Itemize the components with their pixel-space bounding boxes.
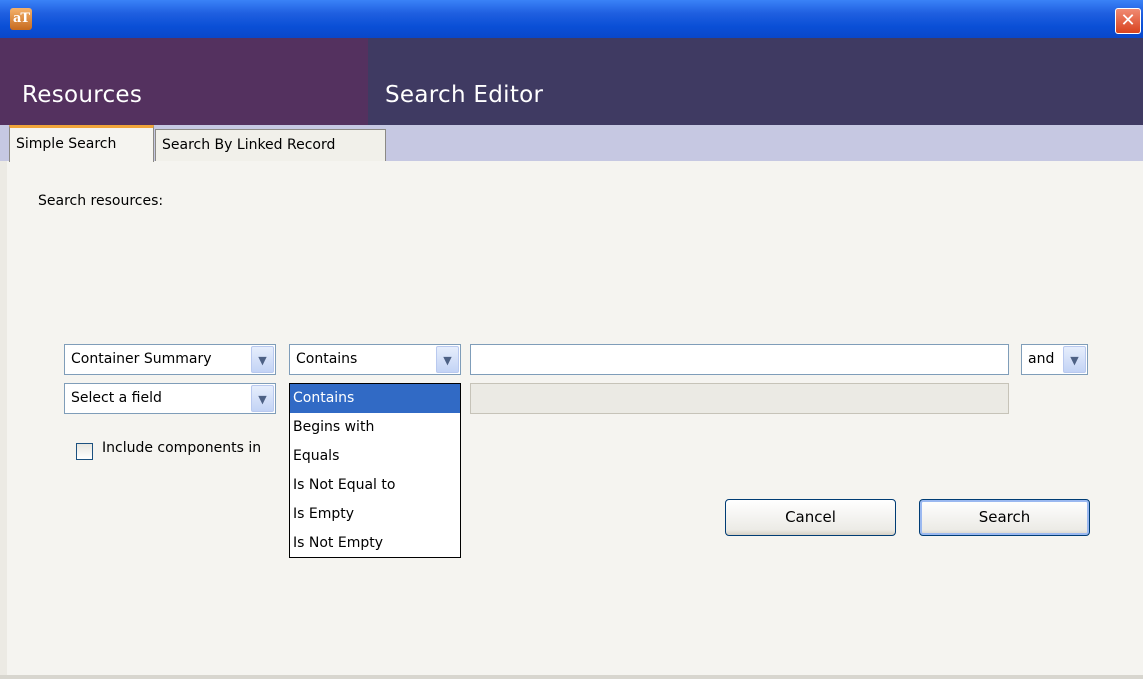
operator-select-value: Contains (296, 351, 358, 367)
bottom-border (0, 675, 1143, 679)
dropdown-option-is-not-equal-to[interactable]: Is Not Equal to (290, 471, 460, 500)
field-select-2-value: Select a field (71, 390, 162, 406)
left-edge (0, 161, 7, 679)
chevron-down-icon[interactable]: ▼ (436, 346, 459, 373)
chevron-down-icon[interactable]: ▼ (1063, 346, 1086, 373)
header-band: Resources Search Editor (0, 38, 1143, 125)
search-value-input-2 (470, 383, 1009, 414)
tab-search-by-linked-record[interactable]: Search By Linked Record (155, 129, 386, 161)
operator-select[interactable]: Contains ▼ (289, 344, 461, 375)
field-select-1-value: Container Summary (71, 351, 212, 367)
header-title-search-editor: Search Editor (385, 82, 544, 108)
tab-strip: Simple Search Search By Linked Record (0, 125, 1143, 162)
chevron-down-icon[interactable]: ▼ (251, 385, 274, 412)
cancel-button[interactable]: Cancel (725, 499, 896, 536)
dropdown-option-begins-with[interactable]: Begins with (290, 413, 460, 442)
search-value-input-1[interactable] (470, 344, 1009, 375)
search-prompt-label: Search resources: (38, 193, 164, 209)
dropdown-option-contains[interactable]: Contains (290, 384, 460, 413)
include-components-label: Include components in (102, 440, 262, 456)
header-left-panel: Resources (0, 38, 368, 125)
dropdown-option-is-empty[interactable]: Is Empty (290, 500, 460, 529)
include-components-checkbox[interactable] (76, 443, 93, 460)
operator-dropdown-list[interactable]: Contains Begins with Equals Is Not Equal… (289, 383, 461, 558)
field-select-2[interactable]: Select a field ▼ (64, 383, 276, 414)
conjunction-select[interactable]: and ▼ (1021, 344, 1088, 375)
field-select-1[interactable]: Container Summary ▼ (64, 344, 276, 375)
dropdown-option-is-not-empty[interactable]: Is Not Empty (290, 529, 460, 558)
app-icon: aT (10, 8, 32, 30)
close-icon[interactable]: ✕ (1115, 8, 1141, 34)
dropdown-option-equals[interactable]: Equals (290, 442, 460, 471)
header-right-panel: Search Editor (368, 38, 1143, 125)
tab-simple-search[interactable]: Simple Search (9, 125, 154, 162)
conjunction-select-value: and (1028, 351, 1055, 367)
title-bar[interactable]: aT ✕ (0, 0, 1143, 38)
search-editor-window: aT ✕ Resources Search Editor Simple Sear… (0, 0, 1143, 679)
header-title-resources: Resources (22, 82, 143, 108)
chevron-down-icon[interactable]: ▼ (251, 346, 274, 373)
search-button[interactable]: Search (919, 499, 1090, 536)
